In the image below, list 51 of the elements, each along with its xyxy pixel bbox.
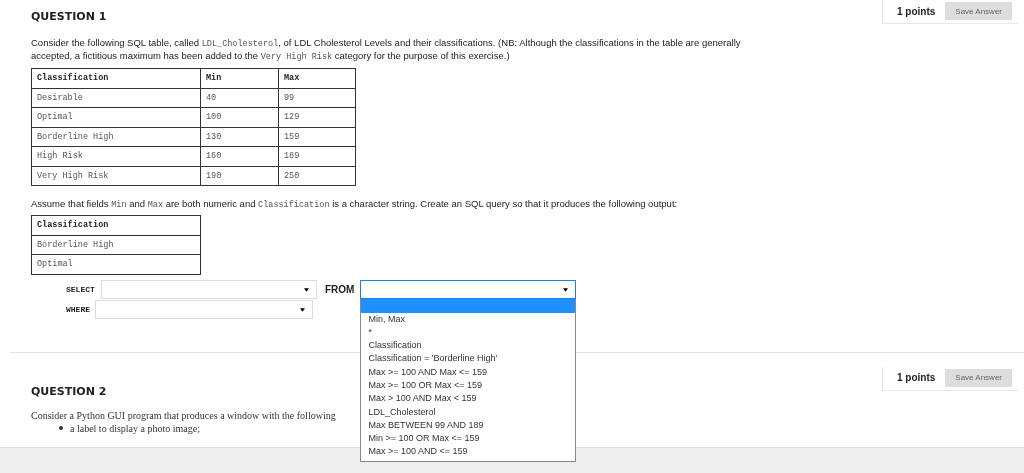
from-label: FROM: [325, 283, 355, 295]
table-cell: 40: [200, 88, 279, 108]
dropdown-option[interactable]: Classification: [361, 339, 576, 353]
table-cell: 99: [278, 88, 356, 108]
dropdown-option[interactable]: Classification = 'Borderline High': [361, 352, 576, 366]
table-cell: 160: [200, 146, 279, 166]
table-cell: 189: [278, 146, 356, 166]
question-text: Assume that fields Min and Max are both numeric and Classification is a character string. Create an SQL query so that it produces the following output:: [31, 198, 679, 211]
table-header-cell: Classification: [31, 68, 201, 88]
dropdown-option[interactable]: Max >= 100 OR Max <= 159: [361, 379, 576, 393]
table-cell: 129: [278, 107, 356, 127]
question-title: QUESTION 1: [31, 10, 107, 23]
dropdown-option[interactable]: *: [361, 325, 576, 340]
table-header-cell: Min: [200, 68, 279, 88]
bullet-icon: [59, 426, 63, 430]
table-cell: 190: [200, 166, 279, 186]
from-dropdown[interactable]: [360, 279, 577, 299]
points-label: 1 points: [896, 5, 936, 17]
table-cell: Borderline High: [31, 235, 201, 255]
table-cell: High Risk: [31, 146, 201, 166]
table-cell: 100: [200, 107, 279, 127]
table-cell: Optimal: [31, 107, 201, 127]
points-label: 1 points: [896, 372, 936, 383]
caret-icon: [304, 287, 309, 292]
dropdown-option[interactable]: Min >= 100 OR Max <= 159: [361, 432, 576, 446]
dropdown-option[interactable]: LDL_Cholesterol: [361, 405, 576, 419]
select-label: SELECT: [66, 284, 96, 294]
dropdown-option[interactable]: Max >= 100 AND Max <= 159: [361, 365, 576, 379]
caret-icon: [563, 287, 569, 292]
table-cell: Desirable: [31, 88, 201, 108]
bullet-item: a label to display a photo image;: [70, 421, 200, 435]
dropdown-option[interactable]: Max BETWEEN 99 AND 189: [361, 418, 576, 433]
table-cell: Borderline High: [31, 127, 201, 147]
question-title: QUESTION 2: [31, 384, 107, 398]
table-header-cell: Classification: [31, 215, 201, 235]
dropdown-option[interactable]: Max > 100 AND Max < 159: [361, 392, 576, 406]
dropdown-option[interactable]: Min, Max: [361, 312, 576, 326]
table-cell: Optimal: [31, 254, 201, 274]
where-dropdown[interactable]: [95, 299, 313, 319]
table-cell: 250: [278, 166, 356, 186]
question-text: Consider a Python GUI program that produces a window with the following: [31, 408, 336, 422]
dropdown-option[interactable]: Max >= 100 AND <= 159: [361, 445, 576, 459]
where-label: WHERE: [66, 304, 91, 314]
save-answer-button[interactable]: Save Answer: [945, 2, 1012, 20]
table-cell: Very High Risk: [31, 166, 201, 186]
table-header-cell: Max: [278, 68, 356, 88]
caret-icon: [300, 307, 305, 312]
table-cell: 159: [278, 127, 356, 147]
select-dropdown[interactable]: [101, 279, 317, 299]
save-answer-button[interactable]: Save Answer: [945, 368, 1012, 387]
table-cell: 130: [200, 127, 279, 147]
